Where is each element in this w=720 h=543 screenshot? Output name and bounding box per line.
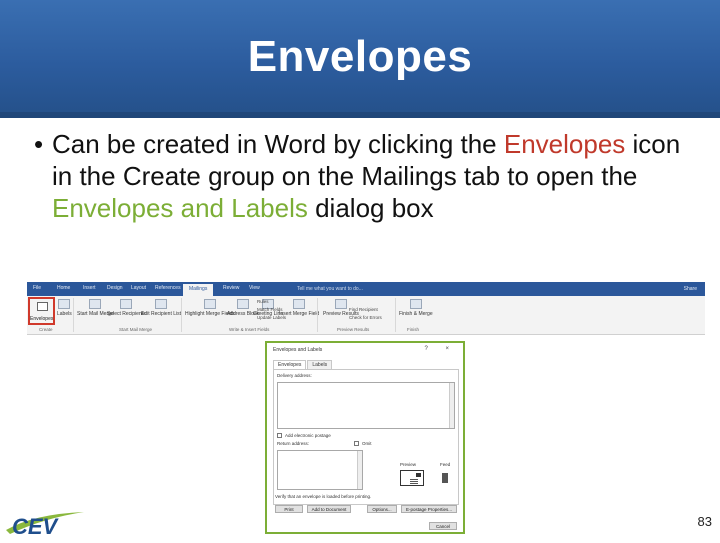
match-fields-button[interactable]: Match Fields <box>257 307 283 312</box>
labels-icon <box>58 299 71 309</box>
envelope-preview[interactable] <box>400 470 424 486</box>
tab-review[interactable]: Review <box>223 285 239 291</box>
tab-mailings[interactable]: Mailings <box>183 284 214 296</box>
tell-me-search[interactable]: Tell me what you want to do... <box>297 286 363 292</box>
bullet-point: • Can be created in Word by clicking the… <box>34 128 694 224</box>
return-address-field[interactable] <box>277 450 363 490</box>
tab-references[interactable]: References <box>155 285 181 291</box>
select-recipients-button[interactable]: Select Recipients <box>107 299 146 317</box>
dialog-tabs: Envelopes Labels <box>273 360 333 369</box>
dialog-note: Verify that an envelope is loaded before… <box>275 494 372 499</box>
tab-labels[interactable]: Labels <box>307 360 333 369</box>
feed-label: Feed <box>440 462 451 467</box>
update-labels-button[interactable]: Update Labels <box>257 315 286 320</box>
find-recipient-button[interactable]: Find Recipient <box>349 307 378 312</box>
feed-preview[interactable] <box>442 473 448 483</box>
slide-title: Envelopes <box>247 32 473 81</box>
bullet-text-part1: Can be created in Word by clicking the <box>52 129 504 159</box>
add-to-document-button[interactable]: Add to Document <box>307 505 351 513</box>
add-postage-checkbox[interactable] <box>277 433 282 438</box>
tab-insert[interactable]: Insert <box>83 285 96 291</box>
e-postage-button[interactable]: E-postage Properties... <box>401 505 457 513</box>
address-lines <box>410 479 418 480</box>
ribbon-separator <box>73 298 74 332</box>
edit-recipient-list-button[interactable]: Edit Recipient List <box>141 299 181 317</box>
envelopes-button-label: Envelopes <box>30 316 54 322</box>
cancel-button[interactable]: Cancel <box>429 522 457 530</box>
cev-logo-graphic: CEV <box>6 512 84 539</box>
group-create-label: Create <box>39 327 53 332</box>
ribbon-separator <box>181 298 182 332</box>
finish-icon <box>409 299 422 309</box>
insert-field-icon <box>293 299 306 309</box>
tab-design[interactable]: Design <box>107 285 123 291</box>
dialog-title: Envelopes and Labels <box>273 347 323 353</box>
rules-button[interactable]: Rules <box>257 299 269 304</box>
tab-layout[interactable]: Layout <box>131 285 146 291</box>
ribbon-separator <box>317 298 318 332</box>
delivery-address-label: Delivery address: <box>277 373 312 378</box>
envelopes-button[interactable]: Envelopes <box>28 297 55 325</box>
scrollbar[interactable] <box>449 383 454 428</box>
envelopes-and-labels-dialog: Envelopes and Labels ? × Envelopes Labels… <box>265 341 465 534</box>
tab-home[interactable]: Home <box>57 285 70 291</box>
recipients-icon <box>120 299 133 309</box>
group-start-label: Start Mail Merge <box>119 327 153 332</box>
add-postage-label: Add electronic postage <box>285 433 331 438</box>
dialog-controls[interactable]: ? × <box>424 346 457 352</box>
cev-logo-text: CEV <box>12 514 60 538</box>
labels-button[interactable]: Labels <box>57 299 72 317</box>
ribbon-separator <box>395 298 396 332</box>
highlight-icon <box>203 299 216 309</box>
group-finish-label: Finish <box>407 327 420 332</box>
title-banner: Envelopes <box>0 0 720 118</box>
edit-list-icon <box>155 299 168 309</box>
ribbon-tab-bar: File Home Insert Design Layout Reference… <box>27 283 705 296</box>
group-preview-label: Preview Results <box>337 327 370 332</box>
highlight-envelopes: Envelopes <box>503 129 626 159</box>
dialog-body: Delivery address: Add electronic postage… <box>273 369 459 505</box>
bullet-icon: • <box>34 129 44 159</box>
preview-label: Preview <box>400 462 417 467</box>
page-number: 83 <box>697 514 712 529</box>
address-block-icon <box>236 299 249 309</box>
return-address-label: Return address: <box>277 441 310 446</box>
options-button[interactable]: Options... <box>367 505 397 513</box>
envelope-icon <box>37 302 48 311</box>
word-ribbon: File Home Insert Design Layout Reference… <box>27 282 705 335</box>
tab-envelopes[interactable]: Envelopes <box>273 360 307 369</box>
tab-file[interactable]: File <box>33 285 41 291</box>
delivery-address-field[interactable] <box>277 382 455 429</box>
mail-merge-icon <box>89 299 102 309</box>
omit-checkbox[interactable] <box>354 441 359 446</box>
omit-label: Omit <box>362 441 372 446</box>
bullet-text: Can be created in Word by clicking the E… <box>52 128 694 224</box>
share-button[interactable]: Share <box>684 286 697 292</box>
bullet-text-part3: dialog box <box>307 193 434 223</box>
tab-view[interactable]: View <box>249 285 260 291</box>
stamp-icon <box>416 473 421 477</box>
preview-icon <box>334 299 347 309</box>
scrollbar[interactable] <box>357 451 362 489</box>
group-write-label: Write & Insert Fields <box>229 327 270 332</box>
print-button[interactable]: Print <box>275 505 303 513</box>
highlight-envelopes-and-labels: Envelopes and Labels <box>52 193 308 223</box>
cev-logo: CEV <box>4 508 88 539</box>
finish-merge-button[interactable]: Finish & Merge <box>399 299 433 317</box>
check-errors-button[interactable]: Check for Errors <box>349 315 382 320</box>
